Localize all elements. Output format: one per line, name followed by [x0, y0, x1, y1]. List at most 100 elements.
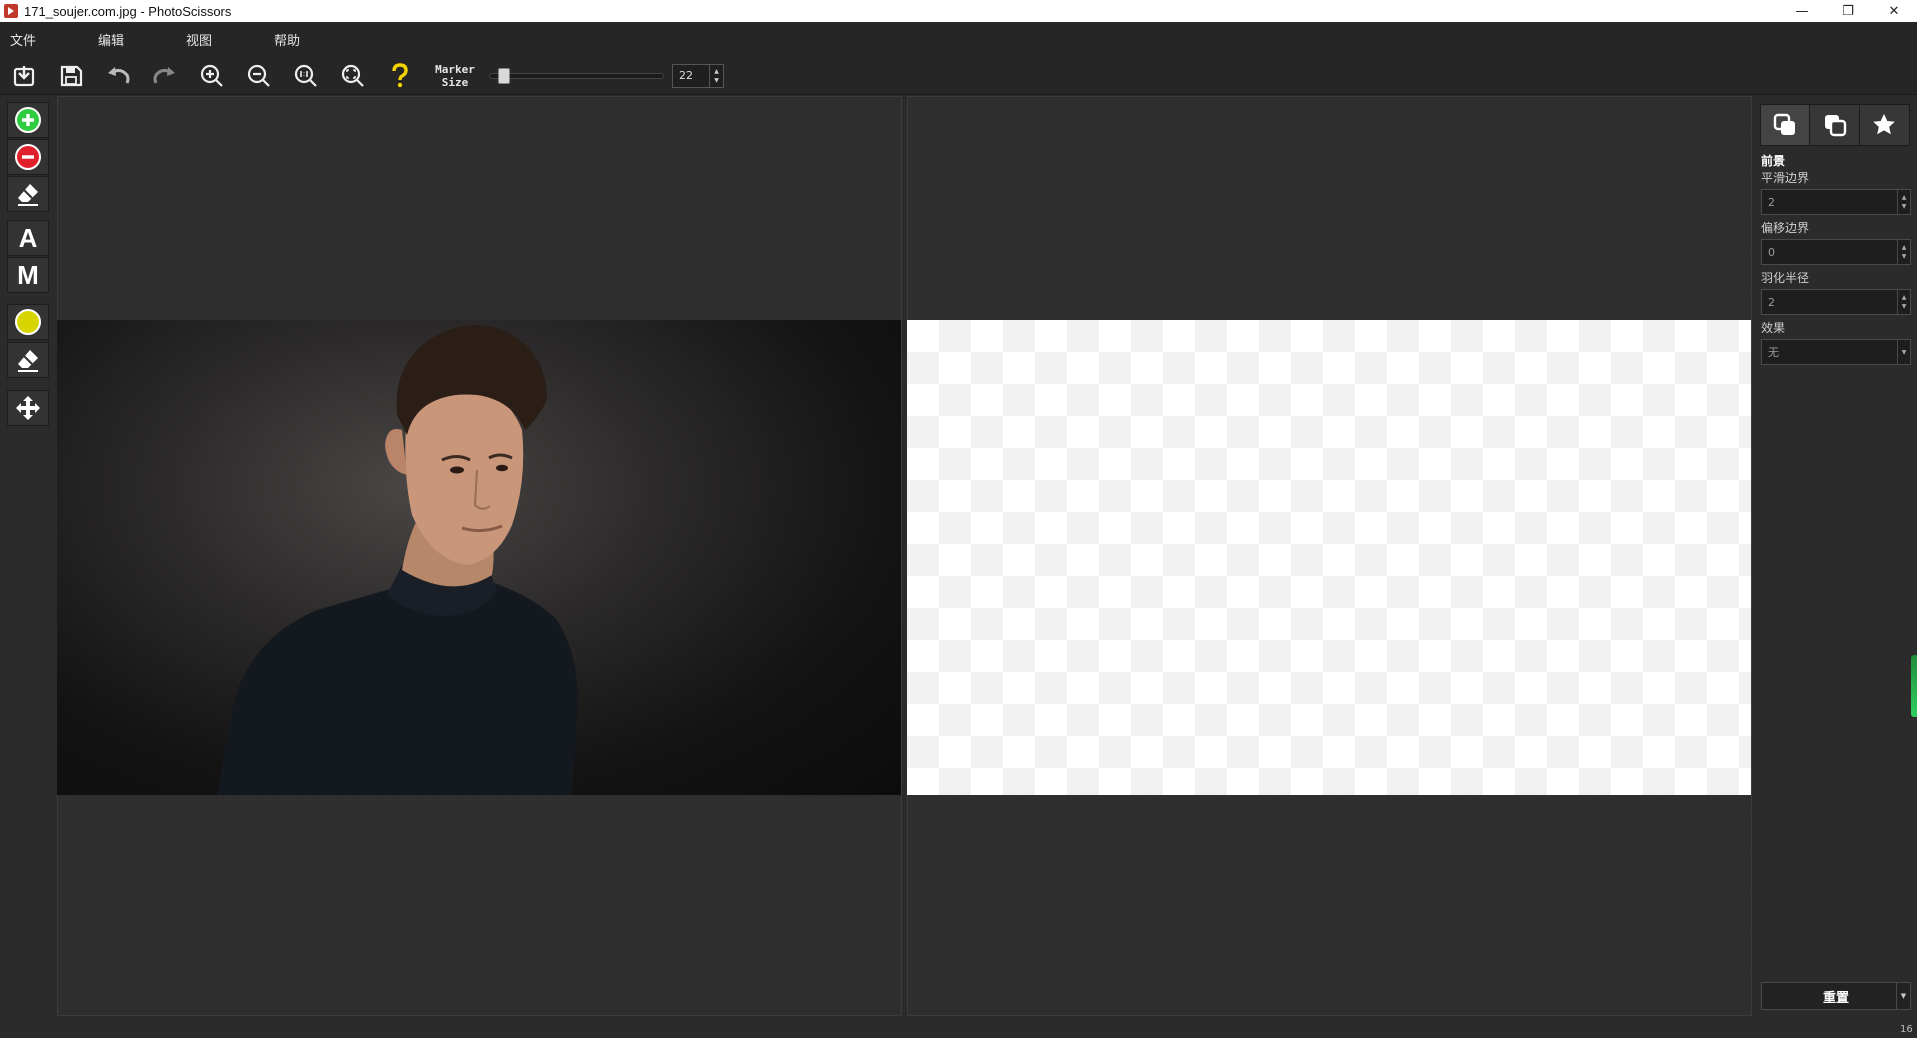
title-bar: 171_soujer.com.jpg - PhotoScissors — ❐ ✕	[0, 0, 1917, 22]
zoom-fit-icon	[341, 64, 364, 87]
spin-up-icon[interactable]: ▲	[1902, 293, 1907, 302]
transparent-result-preview[interactable]	[907, 320, 1751, 795]
hair-eraser-tool[interactable]	[7, 342, 49, 378]
right-panel: 前景 平滑边界 2 ▲ ▼ 偏移边界 0 ▲ ▼ 羽化半径 2 ▲ ▼ 效果 无 ▼ …	[1754, 96, 1917, 1038]
feather-label: 羽化半径	[1761, 271, 1810, 285]
section-title: 前景	[1761, 154, 1786, 168]
effect-dropdown[interactable]: ▼	[1897, 340, 1910, 364]
tab-background[interactable]	[1810, 105, 1860, 145]
eraser-tool[interactable]	[7, 176, 49, 212]
status-corner: 16	[1900, 1024, 1913, 1035]
reset-button[interactable]: 重置 ▼	[1761, 982, 1911, 1010]
window-title: 171_soujer.com.jpg - PhotoScissors	[24, 3, 232, 19]
panel-tabs	[1760, 104, 1910, 146]
chevron-down-icon[interactable]: ▼	[1902, 348, 1907, 357]
move-tool[interactable]	[7, 390, 49, 426]
tab-foreground[interactable]	[1761, 105, 1811, 145]
favorites-star-icon	[1873, 114, 1896, 135]
foreground-marker-tool[interactable]	[7, 102, 49, 138]
save-button[interactable]	[47, 57, 94, 95]
smooth-label: 平滑边界	[1761, 171, 1810, 185]
feather-spinbox[interactable]: 2 ▲ ▼	[1761, 289, 1911, 315]
open-button[interactable]	[0, 57, 47, 95]
tab-favorites[interactable]	[1859, 105, 1910, 145]
zoom-fit-button[interactable]	[329, 57, 376, 95]
plus-circle-icon	[15, 107, 41, 133]
source-photo[interactable]	[57, 320, 901, 795]
menu-help[interactable]: 帮助	[274, 30, 300, 49]
auto-mode-tool[interactable]: A	[7, 220, 49, 256]
marker-size-label: Marker Size	[433, 63, 477, 89]
save-icon	[60, 65, 82, 86]
help-button[interactable]	[376, 57, 423, 95]
toolbar: Marker Size 22 ▲ ▼	[0, 57, 1917, 95]
minus-circle-icon	[15, 144, 41, 170]
zoom-out-button[interactable]	[235, 57, 282, 95]
spin-down-icon[interactable]: ▼	[1902, 302, 1907, 311]
redo-button[interactable]	[141, 57, 188, 95]
move-icon	[16, 396, 40, 420]
hair-marker-tool[interactable]	[7, 304, 49, 340]
chevron-down-icon[interactable]: ▼	[1901, 992, 1906, 1000]
marker-size-slider[interactable]	[489, 67, 664, 84]
zoom-actual-icon	[294, 64, 317, 87]
marker-label-line1: Marker	[435, 62, 475, 76]
zoom-in-icon	[200, 64, 223, 87]
undo-icon	[107, 66, 129, 84]
help-icon	[391, 62, 408, 87]
background-tab-icon	[1824, 115, 1846, 137]
redo-icon	[153, 66, 175, 84]
zoom-out-icon	[247, 64, 270, 87]
offset-spinbox[interactable]: 0 ▲ ▼	[1761, 239, 1911, 265]
photoscissors-window: 171_soujer.com.jpg - PhotoScissors — ❐ ✕…	[0, 0, 1917, 1038]
background-marker-tool[interactable]	[7, 139, 49, 175]
zoom-in-button[interactable]	[188, 57, 235, 95]
foreground-tab-icon	[1773, 113, 1796, 135]
smooth-value[interactable]: 2	[1762, 196, 1775, 209]
spin-down-icon[interactable]: ▼	[714, 76, 719, 85]
app-icon	[4, 4, 18, 18]
marker-size-value[interactable]: 22	[673, 69, 709, 82]
effect-value[interactable]: 无	[1762, 344, 1779, 360]
auto-mode-label: A	[18, 222, 38, 253]
eraser-icon	[18, 184, 38, 206]
feather-arrows[interactable]: ▲ ▼	[1897, 290, 1910, 314]
yellow-circle-icon	[15, 309, 41, 335]
menu-file[interactable]: 文件	[10, 30, 36, 49]
manual-mode-tool[interactable]: M	[7, 257, 49, 293]
effect-select[interactable]: 无 ▼	[1761, 339, 1911, 365]
reset-label: 重置	[1822, 990, 1849, 1006]
zoom-actual-button[interactable]	[282, 57, 329, 95]
spin-up-icon[interactable]: ▲	[1902, 193, 1907, 202]
menu-edit[interactable]: 编辑	[98, 30, 124, 49]
portrait-image	[217, 325, 578, 795]
eraser-icon	[18, 350, 38, 372]
minimize-button[interactable]: —	[1779, 0, 1825, 22]
marker-label-line2: Size	[441, 75, 469, 89]
effect-label: 效果	[1761, 321, 1786, 335]
restore-button[interactable]: ❐	[1825, 0, 1871, 22]
window-controls: — ❐ ✕	[1779, 0, 1917, 22]
feather-value[interactable]: 2	[1762, 296, 1775, 309]
offset-arrows[interactable]: ▲ ▼	[1897, 240, 1910, 264]
smooth-spinbox[interactable]: 2 ▲ ▼	[1761, 189, 1911, 215]
slider-thumb[interactable]	[498, 67, 510, 84]
spin-arrows[interactable]: ▲ ▼	[709, 64, 723, 87]
spin-up-icon[interactable]: ▲	[714, 67, 719, 76]
left-toolbar: A M	[0, 96, 56, 1038]
smooth-arrows[interactable]: ▲ ▼	[1897, 190, 1910, 214]
offset-value[interactable]: 0	[1762, 246, 1775, 259]
close-button[interactable]: ✕	[1871, 0, 1917, 22]
spin-down-icon[interactable]: ▼	[1902, 202, 1907, 211]
open-icon	[13, 65, 34, 86]
menu-view[interactable]: 视图	[186, 30, 212, 49]
offset-label: 偏移边界	[1761, 221, 1810, 235]
reset-dropdown[interactable]: ▼	[1896, 983, 1910, 1009]
undo-button[interactable]	[94, 57, 141, 95]
side-panel-handle[interactable]	[1911, 655, 1917, 717]
menu-bar: 文件 编辑 视图 帮助	[0, 22, 1917, 57]
spin-down-icon[interactable]: ▼	[1902, 252, 1907, 261]
marker-size-spinbox[interactable]: 22 ▲ ▼	[672, 63, 724, 88]
spin-up-icon[interactable]: ▲	[1902, 243, 1907, 252]
manual-mode-label: M	[17, 259, 39, 290]
